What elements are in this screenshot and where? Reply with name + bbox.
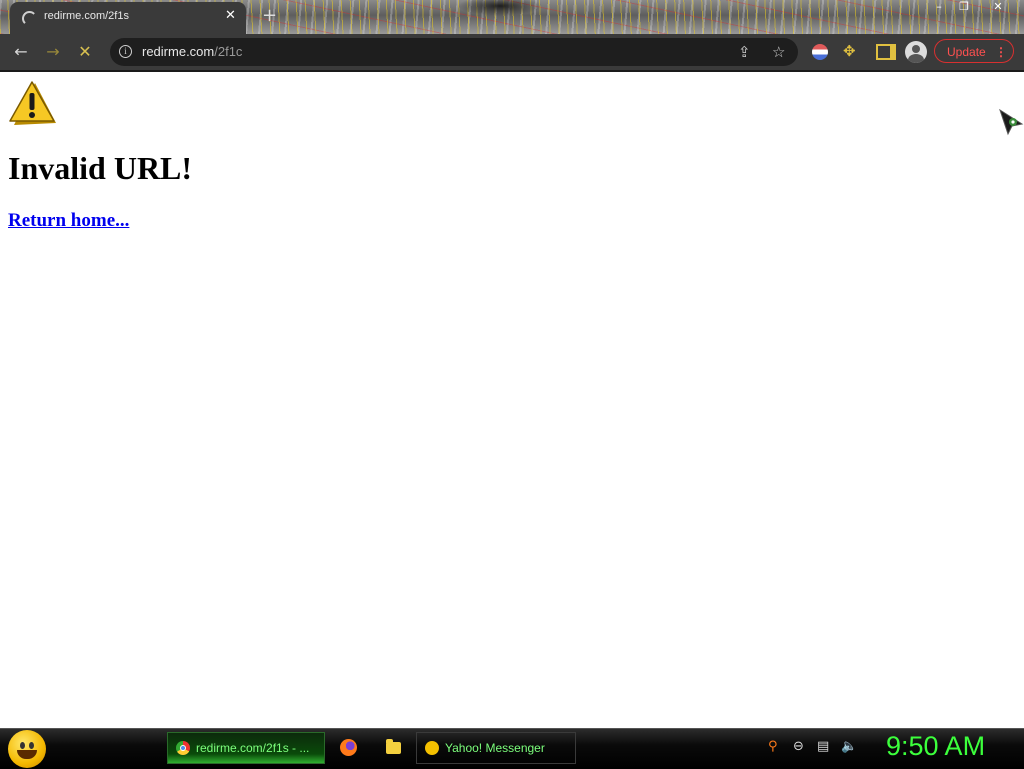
profile-avatar-icon[interactable]	[905, 41, 927, 63]
search-tray-icon[interactable]: ⚲	[768, 739, 778, 754]
taskbar-item-chrome[interactable]: redirme.com/2f1s - ...	[167, 732, 325, 764]
update-button[interactable]: Update ⋮	[934, 39, 1014, 63]
stop-loading-icon[interactable]: ✕	[76, 43, 94, 61]
network-status-icon[interactable]: ⊖	[793, 739, 804, 754]
loading-spinner-icon	[22, 11, 37, 26]
url-host: redirme.com	[142, 44, 215, 59]
url-text[interactable]: redirme.com/2f1c	[142, 44, 242, 59]
close-tab-icon[interactable]: ✕	[225, 8, 236, 23]
taskbar-item-label: Yahoo! Messenger	[445, 741, 545, 755]
folder-icon[interactable]	[386, 739, 401, 754]
network-connection-icon[interactable]: ▤	[817, 739, 829, 754]
smiley-eye	[29, 742, 34, 749]
smiley-eye	[20, 742, 25, 749]
start-button-smiley-icon[interactable]	[8, 730, 46, 768]
taskbar-item-yahoo-messenger[interactable]: Yahoo! Messenger	[416, 732, 576, 764]
tab-title: redirme.com/2f1s	[44, 10, 129, 22]
update-label: Update	[947, 45, 986, 59]
yahoo-messenger-icon	[425, 741, 439, 755]
page-content: Invalid URL! Return home...	[0, 72, 1024, 728]
chrome-icon	[176, 741, 190, 755]
minimize-icon[interactable]: –	[927, 0, 951, 14]
tab-strip: redirme.com/2f1s ✕ + – ❐ ✕	[0, 0, 1024, 34]
warning-icon	[9, 81, 56, 125]
smiley-mouth	[17, 750, 37, 759]
taskbar-item-label: redirme.com/2f1s - ...	[196, 741, 310, 755]
bookmark-star-icon[interactable]: ☆	[772, 43, 785, 61]
extensions-puzzle-icon[interactable]: ✥	[843, 43, 859, 59]
new-tab-icon[interactable]: +	[262, 5, 277, 26]
extension-flag-icon[interactable]	[812, 44, 828, 60]
address-bar[interactable]: i redirme.com/2f1c ⇪ ☆	[110, 38, 798, 66]
firefox-icon[interactable]	[340, 739, 357, 756]
side-panel-icon[interactable]	[876, 44, 896, 60]
share-icon[interactable]: ⇪	[738, 43, 751, 61]
browser-toolbar: ← → ✕ i redirme.com/2f1c ⇪ ☆ ✥ Update ⋮	[0, 34, 1024, 72]
menu-dots-icon[interactable]: ⋮	[995, 40, 1007, 64]
restore-icon[interactable]: ❐	[952, 0, 976, 14]
back-arrow-icon[interactable]: ←	[12, 43, 30, 61]
close-window-icon[interactable]: ✕	[986, 0, 1010, 14]
page-heading: Invalid URL!	[8, 150, 193, 186]
system-clock[interactable]: 9:50 AM	[886, 731, 985, 762]
forward-arrow-icon[interactable]: →	[44, 43, 62, 61]
active-tab[interactable]: redirme.com/2f1s ✕	[10, 2, 246, 34]
url-path: /2f1c	[214, 44, 243, 59]
mouse-cursor-icon	[999, 108, 1024, 136]
site-info-icon[interactable]: i	[119, 45, 132, 58]
return-home-link[interactable]: Return home...	[8, 210, 129, 232]
volume-icon[interactable]: 🔈	[841, 739, 857, 754]
